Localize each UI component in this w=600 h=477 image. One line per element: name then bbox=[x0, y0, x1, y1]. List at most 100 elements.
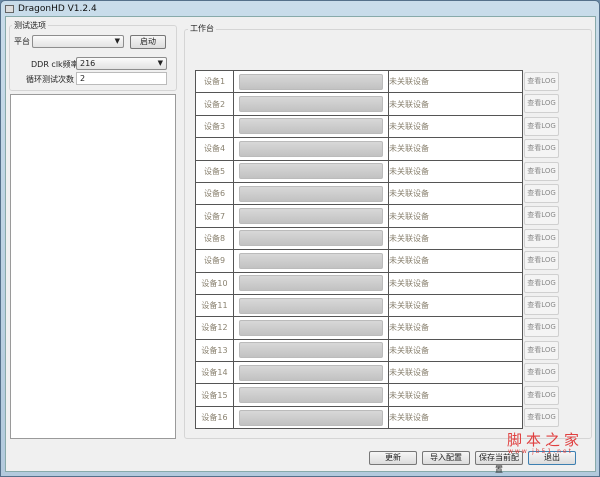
device-status: 未关联设备 bbox=[388, 293, 523, 318]
chevron-down-icon: ▼ bbox=[157, 59, 163, 67]
start-button[interactable]: 启动 bbox=[130, 35, 166, 49]
chevron-down-icon: ▼ bbox=[114, 37, 120, 45]
device-status: 未关联设备 bbox=[388, 271, 523, 295]
view-log-button[interactable]: 查看LOG bbox=[524, 296, 559, 315]
log-list[interactable] bbox=[10, 94, 176, 439]
platform-select[interactable]: ▼ bbox=[32, 35, 124, 48]
device-name: 设备12 bbox=[195, 316, 234, 340]
progress-cell bbox=[233, 361, 389, 385]
progress-cell bbox=[233, 383, 389, 407]
table-row: 设备15 未关联设备 bbox=[195, 383, 523, 407]
view-log-button[interactable]: 查看LOG bbox=[524, 72, 559, 91]
loop-count-input[interactable]: 2 bbox=[76, 72, 167, 85]
table-row: 设备1 未关联设备 bbox=[195, 69, 523, 94]
device-name: 设备7 bbox=[195, 204, 234, 228]
view-log-button[interactable]: 查看LOG bbox=[524, 273, 559, 293]
import-config-button[interactable]: 导入配置 bbox=[422, 451, 470, 465]
device-name: 设备10 bbox=[195, 271, 234, 295]
progress-cell bbox=[233, 405, 389, 430]
view-log-button[interactable]: 查看LOG bbox=[524, 94, 559, 114]
table-row: 设备14 未关联设备 bbox=[195, 361, 523, 385]
device-name: 设备16 bbox=[195, 405, 234, 430]
view-log-button[interactable]: 查看LOG bbox=[524, 161, 559, 181]
device-name: 设备14 bbox=[195, 361, 234, 385]
view-log-button[interactable]: 查看LOG bbox=[524, 408, 559, 427]
view-log-button[interactable]: 查看LOG bbox=[524, 363, 559, 383]
progress-bar bbox=[239, 409, 383, 426]
progress-bar bbox=[239, 342, 383, 359]
device-status: 未关联设备 bbox=[388, 316, 523, 340]
test-options-label: 测试选项 bbox=[12, 20, 48, 31]
progress-bar bbox=[239, 208, 383, 225]
app-icon bbox=[5, 5, 14, 13]
window-title: DragonHD V1.2.4 bbox=[18, 4, 97, 14]
ddr-select[interactable]: 216 ▼ bbox=[76, 57, 167, 70]
view-log-button[interactable]: 查看LOG bbox=[524, 385, 559, 405]
progress-bar bbox=[239, 275, 383, 292]
device-status: 未关联设备 bbox=[388, 114, 523, 139]
view-log-button[interactable]: 查看LOG bbox=[524, 116, 559, 136]
progress-cell bbox=[233, 114, 389, 139]
device-status: 未关联设备 bbox=[388, 181, 523, 206]
watermark-url: www.jb51.net bbox=[508, 448, 573, 455]
progress-cell bbox=[233, 316, 389, 340]
table-row: 设备4 未关联设备 bbox=[195, 137, 523, 161]
device-status: 未关联设备 bbox=[388, 204, 523, 228]
table-row: 设备11 未关联设备 bbox=[195, 293, 523, 318]
view-log-button[interactable]: 查看LOG bbox=[524, 318, 559, 338]
device-status: 未关联设备 bbox=[388, 249, 523, 273]
view-log-button[interactable]: 查看LOG bbox=[524, 251, 559, 271]
device-status: 未关联设备 bbox=[388, 69, 523, 94]
device-name: 设备5 bbox=[195, 159, 234, 183]
loop-label: 循环测试次数 bbox=[26, 75, 74, 84]
device-status: 未关联设备 bbox=[388, 405, 523, 430]
progress-bar bbox=[239, 96, 383, 113]
progress-bar bbox=[239, 118, 383, 135]
progress-cell bbox=[233, 204, 389, 228]
device-name: 设备11 bbox=[195, 293, 234, 318]
progress-cell bbox=[233, 293, 389, 318]
device-status: 未关联设备 bbox=[388, 383, 523, 407]
progress-bar bbox=[239, 185, 383, 202]
app-window: DragonHD V1.2.4 测试选项 平台 ▼ 启动 DDR clk频率 2… bbox=[0, 0, 600, 477]
table-row: 设备10 未关联设备 bbox=[195, 271, 523, 295]
device-status: 未关联设备 bbox=[388, 361, 523, 385]
view-log-button[interactable]: 查看LOG bbox=[524, 206, 559, 226]
progress-cell bbox=[233, 159, 389, 183]
device-name: 设备2 bbox=[195, 92, 234, 116]
title-bar: DragonHD V1.2.4 bbox=[5, 3, 97, 15]
device-status: 未关联设备 bbox=[388, 338, 523, 363]
device-name: 设备15 bbox=[195, 383, 234, 407]
device-name: 设备3 bbox=[195, 114, 234, 139]
view-log-button[interactable]: 查看LOG bbox=[524, 184, 559, 203]
progress-cell bbox=[233, 271, 389, 295]
device-status: 未关联设备 bbox=[388, 92, 523, 116]
progress-bar bbox=[239, 319, 383, 336]
device-name: 设备6 bbox=[195, 181, 234, 206]
client-area: 测试选项 平台 ▼ 启动 DDR clk频率 216 ▼ 循环测试次数 2 工作台… bbox=[5, 16, 596, 474]
table-row: 设备13 未关联设备 bbox=[195, 338, 523, 363]
progress-cell bbox=[233, 137, 389, 161]
ddr-label: DDR clk频率 bbox=[31, 60, 79, 69]
progress-cell bbox=[233, 181, 389, 206]
progress-bar bbox=[239, 252, 383, 269]
view-log-button[interactable]: 查看LOG bbox=[524, 340, 559, 360]
device-table: 设备1 未关联设备 设备2 未关联设备 设备3 未关联设备 设备4 未关联设备 设备5 未关联设备… bbox=[195, 69, 523, 430]
table-row: 设备6 未关联设备 bbox=[195, 181, 523, 206]
update-button[interactable]: 更新 bbox=[369, 451, 417, 465]
view-log-button[interactable]: 查看LOG bbox=[524, 139, 559, 159]
progress-bar bbox=[239, 387, 383, 404]
progress-cell bbox=[233, 338, 389, 363]
ddr-value: 216 bbox=[80, 59, 96, 68]
device-status: 未关联设备 bbox=[388, 159, 523, 183]
progress-bar bbox=[239, 140, 383, 157]
table-row: 设备8 未关联设备 bbox=[195, 226, 523, 251]
table-row: 设备3 未关联设备 bbox=[195, 114, 523, 139]
view-log-button[interactable]: 查看LOG bbox=[524, 228, 559, 248]
progress-cell bbox=[233, 92, 389, 116]
progress-bar bbox=[239, 364, 383, 381]
progress-bar bbox=[239, 73, 383, 90]
device-status: 未关联设备 bbox=[388, 137, 523, 161]
device-name: 设备8 bbox=[195, 226, 234, 251]
table-row: 设备9 未关联设备 bbox=[195, 249, 523, 273]
